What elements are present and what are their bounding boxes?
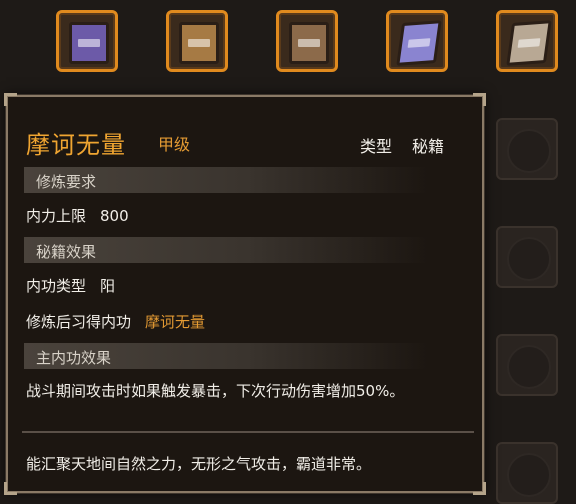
inventory-slot-empty[interactable]: [496, 226, 558, 288]
inventory-slot-empty[interactable]: [496, 118, 558, 180]
divider: [22, 431, 474, 433]
inventory-slot-3[interactable]: [276, 10, 338, 72]
item-title: 摩诃无量: [26, 131, 126, 159]
item-type-value: 秘籍: [412, 137, 445, 156]
section-effects-label: 秘籍效果: [36, 243, 97, 261]
inventory-slot-empty[interactable]: [496, 334, 558, 396]
learned-skill-value: 摩诃无量: [145, 313, 206, 331]
book-icon: [506, 20, 552, 66]
panel-corner: [473, 93, 486, 106]
inventory-slot-empty[interactable]: [496, 442, 558, 504]
section-main-effect-label: 主内功效果: [36, 349, 112, 367]
learned-skill-label: 修炼后习得内功: [26, 313, 132, 331]
requirement-value: 800: [100, 207, 129, 225]
inventory-slot-4[interactable]: [386, 10, 448, 72]
section-requirements-label: 修炼要求: [36, 173, 97, 191]
item-grade: 甲级: [158, 135, 191, 154]
requirement-row: 内力上限 800: [26, 205, 129, 226]
inventory-slot-2[interactable]: [166, 10, 228, 72]
book-icon: [289, 22, 329, 64]
flavor-text: 能汇聚天地间自然之力，无形之气攻击，霸道非常。: [26, 455, 372, 473]
inventory-slot-1[interactable]: [56, 10, 118, 72]
panel-corner: [4, 93, 17, 106]
book-icon: [179, 22, 219, 64]
book-icon: [69, 22, 109, 64]
item-tooltip: 摩诃无量 甲级 类型 秘籍 修炼要求 内力上限 800 秘籍效果 内功类型阳 修炼…: [4, 93, 486, 495]
neigong-type-row: 内功类型阳: [26, 275, 115, 296]
requirement-label: 内力上限: [26, 207, 87, 225]
neigong-type-label: 内功类型: [26, 277, 87, 295]
neigong-type-value: 阳: [100, 277, 116, 295]
book-icon: [396, 20, 442, 66]
panel-corner: [473, 482, 486, 495]
learned-skill-row: 修炼后习得内功 摩诃无量: [26, 311, 205, 332]
main-effect-text: 战斗期间攻击时如果触发暴击，下次行动伤害增加50%。: [26, 382, 405, 400]
section-effects: 秘籍效果: [24, 237, 428, 263]
item-type-label: 类型: [360, 137, 393, 156]
section-requirements: 修炼要求: [24, 167, 428, 193]
panel-corner: [4, 482, 17, 495]
section-main-effect: 主内功效果: [24, 343, 428, 369]
inventory-slot-5[interactable]: [496, 10, 558, 72]
